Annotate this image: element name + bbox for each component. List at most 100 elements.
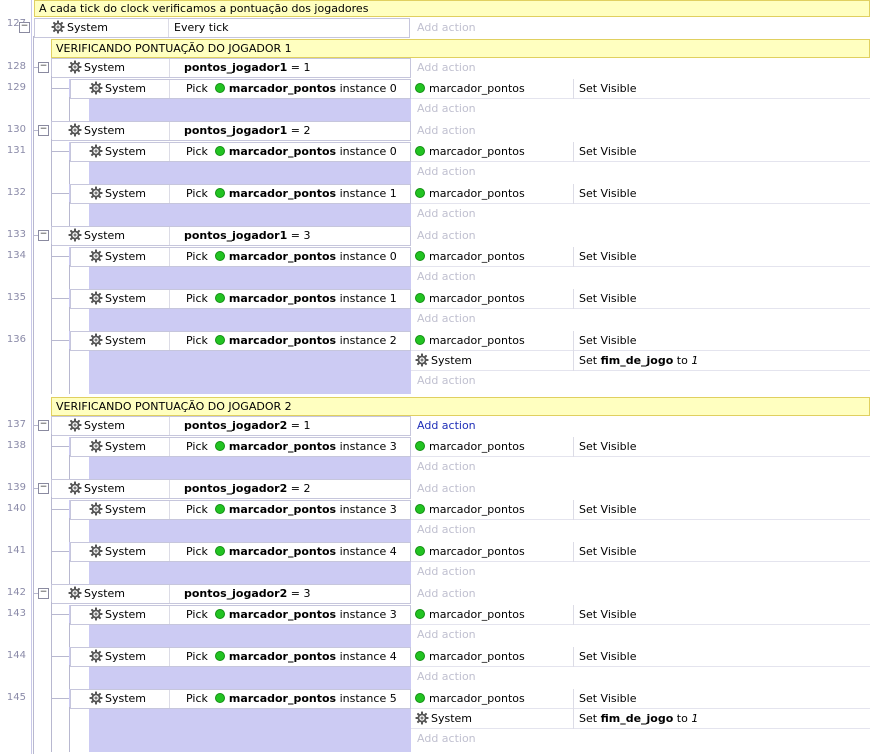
add-action-link[interactable]: Add action: [411, 204, 870, 224]
sub-event-condition-row[interactable]: System Pick marcador_pontos instance 0: [70, 142, 411, 162]
event-condition-row[interactable]: System Every tick: [34, 18, 410, 38]
add-action-link[interactable]: Add action: [411, 667, 870, 687]
event-condition-row[interactable]: System pontos_jogador2 = 3: [51, 584, 411, 604]
instance-number: 4: [389, 545, 397, 558]
event-condition-row[interactable]: System pontos_jogador2 = 1: [51, 416, 411, 436]
event-comment[interactable]: A cada tick do clock verificamos a pontu…: [34, 0, 870, 17]
sub-event-condition-row[interactable]: System Pick marcador_pontos instance 1: [70, 184, 411, 204]
action-row[interactable]: marcador_pontos Set Visible: [411, 79, 870, 99]
add-action-link[interactable]: Add action: [411, 58, 870, 78]
tree-branch: [51, 614, 69, 615]
tree-branch: [51, 298, 69, 299]
collapse-toggle[interactable]: −: [19, 22, 30, 33]
collapse-toggle[interactable]: −: [38, 62, 49, 73]
collapse-toggle[interactable]: −: [38, 125, 49, 136]
add-action-link[interactable]: Add action: [411, 625, 870, 645]
instance-word: instance: [339, 692, 387, 705]
action-row[interactable]: marcador_pontos Set Visible: [411, 142, 870, 162]
compare-value: 3: [303, 229, 311, 242]
action-row[interactable]: marcador_pontos Set Visible: [411, 689, 870, 709]
event-condition-row[interactable]: System pontos_jogador2 = 2: [51, 479, 411, 499]
collapse-toggle[interactable]: −: [38, 483, 49, 494]
pick-label: Pick: [186, 503, 208, 516]
action-row[interactable]: marcador_pontos Set Visible: [411, 542, 870, 562]
collapse-toggle[interactable]: −: [38, 420, 49, 431]
add-action-link[interactable]: Add action: [411, 226, 870, 246]
condition-object: System: [105, 692, 147, 705]
condition-text: Pick marcador_pontos instance 3: [169, 501, 397, 519]
object-name: marcador_pontos: [228, 608, 337, 621]
action-row[interactable]: marcador_pontos Set Visible: [411, 331, 870, 351]
add-action-link[interactable]: Add action: [411, 99, 870, 119]
tree-line: [51, 139, 52, 226]
add-action-link[interactable]: Add action: [411, 267, 870, 287]
add-action-link[interactable]: Add action: [411, 584, 870, 604]
action-row[interactable]: marcador_pontos Set Visible: [411, 289, 870, 309]
add-action-link[interactable]: Add action: [411, 18, 870, 38]
add-action-link[interactable]: Add action: [411, 371, 870, 391]
action-row[interactable]: marcador_pontos Set Visible: [411, 605, 870, 625]
tree-line: [51, 497, 52, 584]
sub-event-condition-row[interactable]: System Pick marcador_pontos instance 3: [70, 437, 411, 457]
object-green-dot-icon: [415, 188, 425, 198]
add-action-link[interactable]: Add action: [411, 162, 870, 182]
add-action-link[interactable]: Add action: [411, 416, 870, 436]
group-comment[interactable]: VERIFICANDO PONTUAÇÃO DO JOGADOR 1: [51, 39, 870, 58]
set-visible-label: Set Visible: [579, 440, 637, 453]
add-action-link[interactable]: Add action: [411, 457, 870, 477]
line-number: 130: [6, 124, 26, 135]
action-text: Set Visible: [573, 184, 637, 204]
group-comment[interactable]: VERIFICANDO PONTUAÇÃO DO JOGADOR 2: [51, 397, 870, 416]
condition-object: System: [105, 145, 147, 158]
action-text: Set Visible: [573, 500, 637, 520]
action-row[interactable]: marcador_pontos Set Visible: [411, 500, 870, 520]
tree-branch: [51, 340, 69, 341]
action-object-name: marcador_pontos: [429, 650, 525, 663]
add-action-link[interactable]: Add action: [411, 520, 870, 540]
action-row[interactable]: marcador_pontos Set Visible: [411, 247, 870, 267]
sub-event-condition-row[interactable]: System Pick marcador_pontos instance 0: [70, 79, 411, 99]
condition-text: Pick marcador_pontos instance 0: [169, 248, 397, 266]
condition-object: System: [105, 503, 147, 516]
sub-event-left-pad: [70, 351, 89, 394]
action-row[interactable]: marcador_pontos Set Visible: [411, 437, 870, 457]
sub-event-condition-row[interactable]: System Pick marcador_pontos instance 4: [70, 542, 411, 562]
sub-event-condition-row[interactable]: System Pick marcador_pontos instance 2: [70, 331, 411, 351]
add-action-link[interactable]: Add action: [411, 479, 870, 499]
value: 1: [691, 712, 699, 725]
sub-event-left-pad: [70, 162, 89, 184]
sub-event-condition-row[interactable]: System Pick marcador_pontos instance 3: [70, 605, 411, 625]
condition-object: System: [84, 124, 126, 137]
add-action-link[interactable]: Add action: [411, 729, 870, 749]
variable-name: pontos_jogador1: [184, 229, 288, 242]
action-object-name: System: [431, 354, 473, 367]
tree-line: [51, 76, 52, 121]
event-condition-row[interactable]: System pontos_jogador1 = 2: [51, 121, 411, 141]
add-action-link[interactable]: Add action: [411, 121, 870, 141]
action-row[interactable]: marcador_pontos Set Visible: [411, 647, 870, 667]
tree-branch: [33, 425, 38, 426]
action-object-name: marcador_pontos: [429, 440, 525, 453]
sub-event-condition-row[interactable]: System Pick marcador_pontos instance 4: [70, 647, 411, 667]
object-name: marcador_pontos: [228, 82, 337, 95]
collapse-toggle[interactable]: −: [38, 230, 49, 241]
action-row[interactable]: System Set fim_de_jogo to 1: [411, 351, 870, 371]
sub-event-left-pad: [70, 625, 89, 647]
collapse-toggle[interactable]: −: [38, 588, 49, 599]
event-condition-row[interactable]: System pontos_jogador1 = 1: [51, 58, 411, 78]
sub-event-condition-row[interactable]: System Pick marcador_pontos instance 1: [70, 289, 411, 309]
action-row[interactable]: System Set fim_de_jogo to 1: [411, 709, 870, 729]
sub-event-condition-row[interactable]: System Pick marcador_pontos instance 0: [70, 247, 411, 267]
pick-label: Pick: [186, 187, 208, 200]
set-visible-label: Set Visible: [579, 692, 637, 705]
add-action-link[interactable]: Add action: [411, 309, 870, 329]
sub-event-condition-row[interactable]: System Pick marcador_pontos instance 5: [70, 689, 411, 709]
add-action-link[interactable]: Add action: [411, 562, 870, 582]
action-object-name: marcador_pontos: [429, 292, 525, 305]
set-word: Set: [579, 354, 598, 367]
event-condition-row[interactable]: System pontos_jogador1 = 3: [51, 226, 411, 246]
tree-line: [33, 36, 34, 754]
gear-icon: [89, 81, 103, 95]
sub-event-condition-row[interactable]: System Pick marcador_pontos instance 3: [70, 500, 411, 520]
action-row[interactable]: marcador_pontos Set Visible: [411, 184, 870, 204]
